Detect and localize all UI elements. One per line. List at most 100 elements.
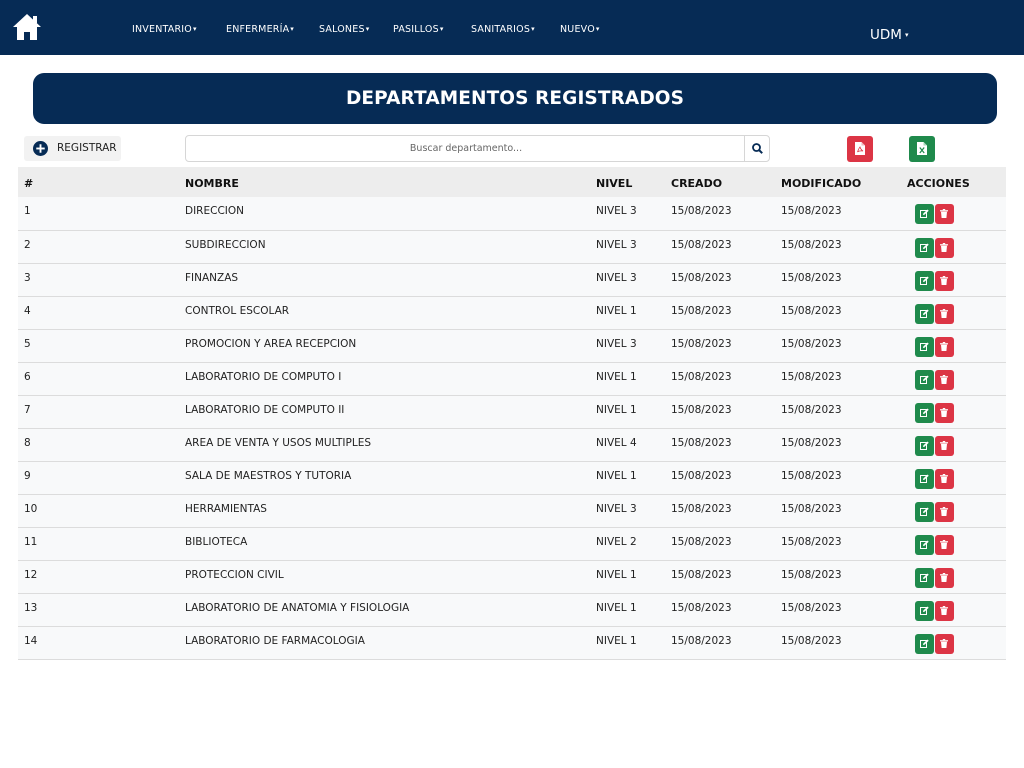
nav-menu-label: INVENTARIO — [132, 24, 192, 35]
cell-actions — [906, 593, 1006, 626]
table-row: 12 PROTECCION CIVIL NIVEL 1 15/08/2023 15/08… — [18, 560, 1006, 593]
delete-button[interactable] — [935, 468, 954, 489]
nav-menu-sanitarios[interactable]: SANITARIOS▾ — [471, 24, 535, 35]
edit-button[interactable] — [915, 435, 934, 456]
cell-level: NIVEL 2 — [596, 535, 637, 548]
register-button[interactable]: REGISTRAR — [24, 136, 121, 161]
departments-table: # NOMBRE NIVEL CREADO MODIFICADO ACCIONE… — [18, 167, 1006, 660]
delete-button[interactable] — [935, 402, 954, 423]
edit-button[interactable] — [915, 468, 934, 489]
table-row: 3 FINANZAS NIVEL 3 15/08/2023 15/08/2023 — [18, 263, 1006, 296]
cell-name: BIBLIOTECA — [185, 535, 248, 548]
cell-modified: 15/08/2023 — [781, 304, 842, 317]
edit-button[interactable] — [915, 204, 934, 224]
edit-button[interactable] — [915, 303, 934, 324]
chevron-down-icon: ▾ — [192, 25, 197, 33]
nav-menu-inventario[interactable]: INVENTARIO▾ — [132, 24, 197, 35]
delete-button[interactable] — [935, 633, 954, 654]
pdf-file-icon — [855, 142, 865, 155]
cell-id: 9 — [24, 469, 31, 482]
home-icon[interactable] — [12, 13, 42, 41]
chevron-down-icon: ▾ — [595, 25, 600, 33]
cell-level: NIVEL 1 — [596, 403, 637, 416]
delete-button[interactable] — [935, 600, 954, 621]
edit-button[interactable] — [915, 501, 934, 522]
cell-modified: 15/08/2023 — [781, 502, 842, 515]
search-button[interactable] — [744, 136, 769, 161]
cell-id: 11 — [24, 535, 38, 548]
table-header-row: # NOMBRE NIVEL CREADO MODIFICADO ACCIONE… — [18, 167, 1006, 197]
cell-id: 4 — [24, 304, 31, 317]
column-header-modified: MODIFICADO — [781, 176, 862, 190]
delete-button[interactable] — [935, 270, 954, 291]
nav-menu-nuevo[interactable]: NUEVO▾ — [560, 24, 600, 35]
edit-button[interactable] — [915, 270, 934, 291]
cell-actions — [906, 428, 1006, 461]
cell-level: NIVEL 1 — [596, 601, 637, 614]
edit-button[interactable] — [915, 402, 934, 423]
chevron-down-icon: ▾ — [290, 25, 294, 33]
edit-icon — [920, 474, 929, 483]
user-menu[interactable]: UDM ▾ — [870, 27, 908, 43]
table-row: 11 BIBLIOTECA NIVEL 2 15/08/2023 15/08/2023 — [18, 527, 1006, 560]
search-icon — [752, 143, 763, 154]
user-menu-label: UDM — [870, 27, 902, 43]
delete-button[interactable] — [935, 501, 954, 522]
trash-icon — [940, 341, 948, 351]
delete-button[interactable] — [935, 303, 954, 324]
edit-icon — [920, 408, 929, 417]
edit-icon — [920, 209, 929, 218]
table-row: 1 DIRECCION NIVEL 3 15/08/2023 15/08/2023 — [18, 197, 1006, 230]
cell-created: 15/08/2023 — [671, 469, 732, 482]
top-navbar: INVENTARIO▾ ENFERMERÍA▾ SALONES▾ PASILLO… — [0, 0, 1024, 55]
cell-actions — [906, 560, 1006, 593]
edit-button[interactable] — [915, 369, 934, 390]
delete-button[interactable] — [935, 534, 954, 555]
trash-icon — [940, 440, 948, 450]
cell-actions — [906, 395, 1006, 428]
edit-button[interactable] — [915, 600, 934, 621]
nav-menu-enfermeria[interactable]: ENFERMERÍA▾ — [226, 24, 294, 35]
cell-id: 8 — [24, 436, 31, 449]
delete-button[interactable] — [935, 204, 954, 224]
export-excel-button[interactable] — [909, 136, 935, 162]
trash-icon — [940, 506, 948, 516]
delete-button[interactable] — [935, 237, 954, 258]
chevron-down-icon: ▾ — [904, 31, 909, 39]
delete-button[interactable] — [935, 369, 954, 390]
nav-menu-label: ENFERMERÍA — [226, 24, 290, 35]
edit-button[interactable] — [915, 336, 934, 357]
cell-actions — [906, 263, 1006, 296]
edit-button[interactable] — [915, 633, 934, 654]
trash-icon — [940, 572, 948, 582]
page-title: DEPARTAMENTOS REGISTRADOS — [345, 88, 685, 109]
edit-button[interactable] — [915, 567, 934, 588]
cell-actions — [906, 494, 1006, 527]
search-input[interactable] — [186, 136, 746, 161]
cell-created: 15/08/2023 — [671, 403, 732, 416]
chevron-down-icon: ▾ — [439, 25, 444, 33]
cell-modified: 15/08/2023 — [781, 568, 842, 581]
cell-name: LABORATORIO DE COMPUTO II — [185, 403, 345, 416]
nav-menu-label: SALONES — [319, 24, 365, 35]
cell-level: NIVEL 3 — [596, 337, 637, 350]
delete-button[interactable] — [935, 435, 954, 456]
cell-created: 15/08/2023 — [671, 271, 732, 284]
edit-button[interactable] — [915, 534, 934, 555]
nav-menu-pasillos[interactable]: PASILLOS▾ — [393, 24, 444, 35]
cell-created: 15/08/2023 — [671, 568, 732, 581]
export-pdf-button[interactable] — [847, 136, 873, 162]
table-row: 14 LABORATORIO DE FARMACOLOGIA NIVEL 1 15/0… — [18, 626, 1006, 659]
delete-button[interactable] — [935, 567, 954, 588]
trash-icon — [940, 308, 948, 318]
edit-button[interactable] — [915, 237, 934, 258]
page-title-banner: DEPARTAMENTOS REGISTRADOS — [33, 73, 997, 124]
trash-icon — [940, 605, 948, 615]
cell-modified: 15/08/2023 — [781, 403, 842, 416]
cell-id: 1 — [24, 205, 31, 217]
column-header-level: NIVEL — [596, 176, 633, 190]
cell-actions — [906, 197, 1006, 230]
cell-level: NIVEL 1 — [596, 304, 637, 317]
nav-menu-salones[interactable]: SALONES▾ — [319, 24, 369, 35]
delete-button[interactable] — [935, 336, 954, 357]
